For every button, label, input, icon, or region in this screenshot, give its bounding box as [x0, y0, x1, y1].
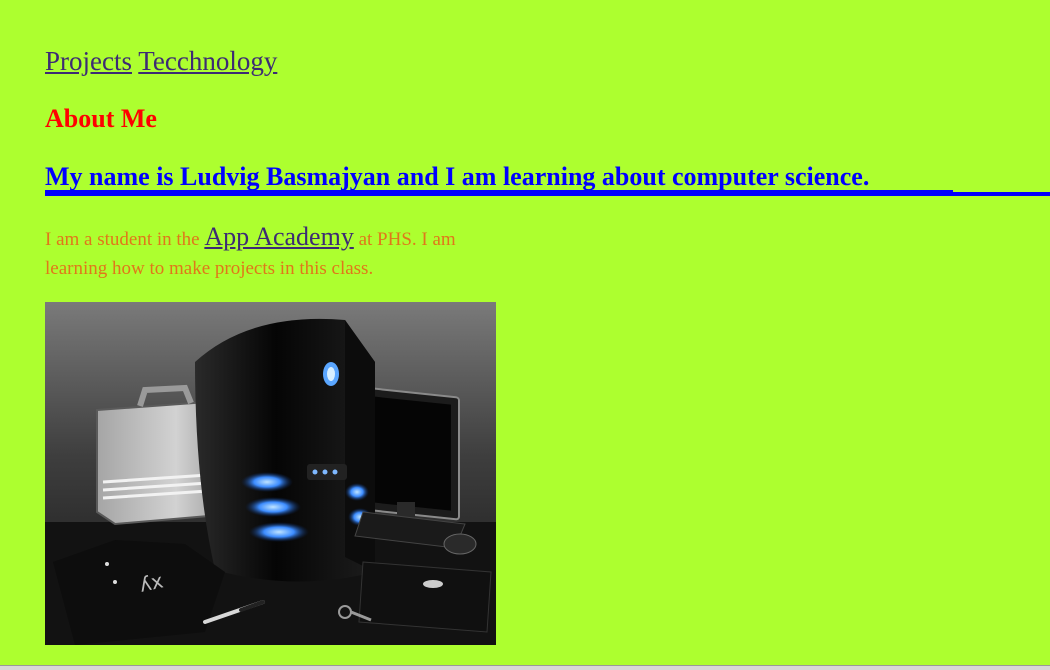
nav-link-technology[interactable]: Tecchnology: [138, 46, 277, 76]
intro-heading-block: My name is Ludvig Basmajyan and I am lea…: [45, 158, 1050, 196]
nav-bar: Projects Tecchnology: [45, 44, 277, 78]
intro-paragraph: I am a student in the App Academy at PHS…: [45, 222, 515, 283]
computer-photo-illustration: ʎx: [45, 302, 496, 645]
window-scrollbar[interactable]: [0, 665, 1050, 670]
nav-link-projects[interactable]: Projects: [45, 46, 132, 76]
intro-underline: [45, 190, 953, 192]
app-academy-link[interactable]: App Academy: [204, 222, 353, 251]
about-heading: About Me: [45, 104, 157, 133]
page: Projects Tecchnology About Me My name is…: [0, 0, 1050, 670]
para-text-before: I am a student in the: [45, 229, 205, 250]
computer-photo: ʎx: [45, 302, 496, 645]
